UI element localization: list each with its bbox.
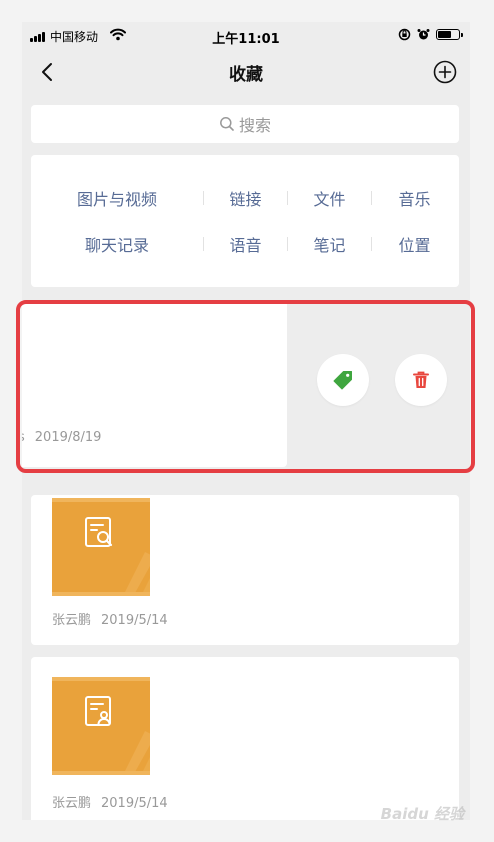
item-thumbnail <box>52 498 150 596</box>
trash-icon <box>413 371 429 388</box>
category-location[interactable]: 位置 <box>372 232 457 256</box>
favorite-item[interactable]: s 2019/8/19 <box>22 300 287 467</box>
status-bar: 中国移动 上午11:01 <box>22 22 470 50</box>
item-author-fragment: s <box>22 430 25 445</box>
alarm-icon <box>417 29 430 40</box>
phone-screen: 中国移动 上午11:01 收藏 搜索 图片与视频 链接 文件 音乐 聊天记录 语… <box>22 22 470 820</box>
category-files[interactable]: 文件 <box>288 186 371 210</box>
category-voice[interactable]: 语音 <box>204 232 287 256</box>
item-meta: s 2019/8/19 <box>22 430 101 445</box>
item-author: 张云鹏 <box>52 796 92 811</box>
document-search-icon <box>85 517 113 547</box>
item-date: 2019/5/14 <box>101 613 168 628</box>
swiped-favorite-row: s 2019/8/19 <box>22 300 470 470</box>
nav-bar: 收藏 <box>22 50 470 94</box>
delete-button[interactable] <box>395 354 447 406</box>
tag-icon <box>333 371 352 390</box>
search-placeholder: 搜索 <box>238 116 271 135</box>
favorite-item[interactable]: 张云鹏 2019/5/14 <box>31 657 459 820</box>
search-bar[interactable]: 搜索 <box>31 105 459 143</box>
item-author: 张云鹏 <box>52 613 92 628</box>
category-photos-videos[interactable]: 图片与视频 <box>31 186 203 210</box>
search-icon <box>220 117 234 131</box>
category-row: 图片与视频 链接 文件 音乐 <box>31 183 459 213</box>
favorite-item[interactable]: 张云鹏 2019/5/14 <box>31 495 459 645</box>
item-meta: 张云鹏 2019/5/14 <box>52 792 168 811</box>
chevron-left-icon[interactable] <box>34 58 62 86</box>
item-thumbnail <box>52 677 150 775</box>
orientation-lock-icon <box>398 28 411 41</box>
status-right <box>398 28 463 41</box>
watermark: Baidu 经验 <box>380 805 464 823</box>
plus-circle-icon[interactable] <box>430 57 460 87</box>
page-title: 收藏 <box>229 65 263 85</box>
category-links[interactable]: 链接 <box>204 186 287 210</box>
category-music[interactable]: 音乐 <box>372 186 457 210</box>
tag-button[interactable] <box>317 354 369 406</box>
category-chat-history[interactable]: 聊天记录 <box>31 232 203 256</box>
category-notes[interactable]: 笔记 <box>288 232 371 256</box>
battery-icon <box>436 29 463 40</box>
category-panel: 图片与视频 链接 文件 音乐 聊天记录 语音 笔记 位置 <box>31 155 459 287</box>
document-user-icon <box>85 696 111 726</box>
item-date: 2019/8/19 <box>34 430 102 445</box>
category-row: 聊天记录 语音 笔记 位置 <box>31 229 459 259</box>
item-date: 2019/5/14 <box>101 796 168 811</box>
screenshot-frame: 中国移动 上午11:01 收藏 搜索 图片与视频 链接 文件 音乐 聊天记录 语… <box>0 0 494 842</box>
item-meta: 张云鹏 2019/5/14 <box>52 609 168 628</box>
